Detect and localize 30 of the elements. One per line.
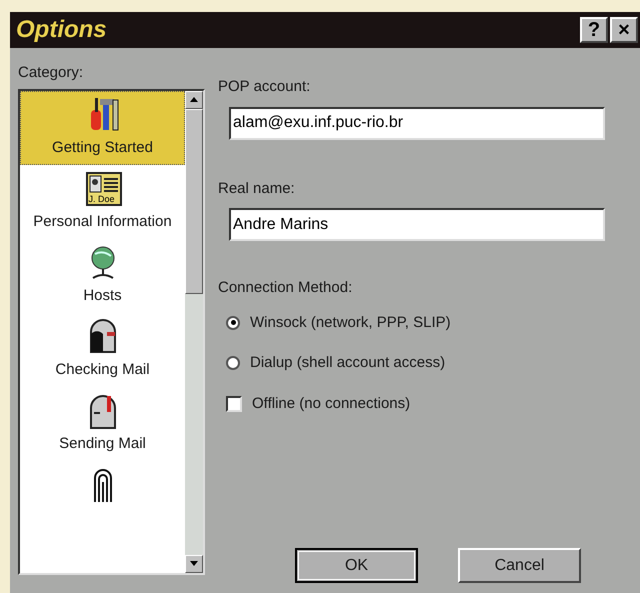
input-field[interactable]: alam@exu.inf.puc-rio.br [229, 106, 605, 140]
option-label[interactable]: Dialup (shell account access) [250, 352, 446, 374]
card-name-text: J. Doe [88, 194, 115, 204]
close-button[interactable]: × [610, 17, 638, 43]
window-title: Options [16, 15, 108, 45]
scroll-up-button[interactable] [185, 90, 203, 108]
scrollbar[interactable] [185, 90, 203, 572]
input-field[interactable]: Andre Marins [229, 208, 605, 241]
radio-button[interactable] [226, 316, 240, 330]
category-label-text: Sending Mail [59, 434, 146, 454]
scroll-thumb[interactable] [185, 108, 203, 294]
category-label-text: Checking Mail [55, 360, 150, 380]
option-label[interactable]: Offline (no connections) [252, 392, 410, 415]
up-arrow-icon [190, 97, 198, 102]
category-label-text: Personal Information [33, 212, 172, 232]
category-item[interactable]: Getting Started [20, 90, 185, 164]
checkbox[interactable] [226, 396, 242, 412]
category-label: Category: [18, 63, 84, 83]
cancel-button[interactable]: Cancel [458, 548, 581, 583]
help-button[interactable]: ? [580, 17, 608, 43]
category-label-text: Getting Started [52, 138, 153, 158]
connection-method-label: Connection Method: [218, 278, 354, 298]
ok-button[interactable]: OK [295, 548, 418, 583]
down-arrow-icon [190, 561, 198, 566]
category-label-text: Hosts [83, 286, 122, 306]
field-label: Real name: [218, 178, 296, 198]
scroll-down-button[interactable] [185, 554, 203, 572]
radio-button[interactable] [226, 356, 240, 370]
option-label[interactable]: Winsock (network, PPP, SLIP) [250, 312, 451, 334]
field-label: POP account: [218, 77, 312, 97]
